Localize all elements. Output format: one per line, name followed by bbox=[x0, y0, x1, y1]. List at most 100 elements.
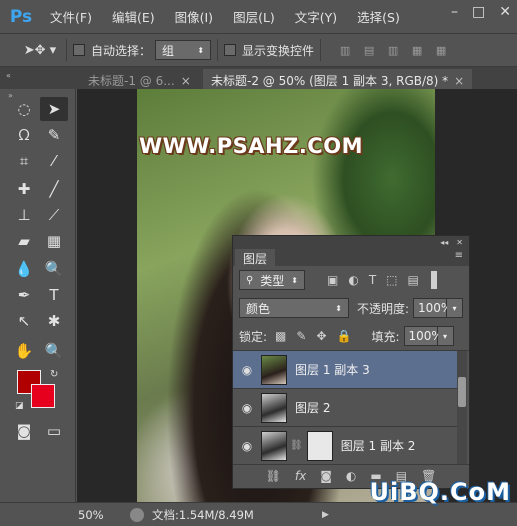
link-icon[interactable]: ⛓ bbox=[266, 469, 281, 483]
crop-tool-icon[interactable]: ⌗ bbox=[10, 149, 38, 173]
move-tool-icon[interactable]: ➤ bbox=[40, 97, 68, 121]
lock-transparency-icon[interactable]: ▩ bbox=[275, 329, 286, 343]
close-window-button[interactable]: ✕ bbox=[499, 4, 511, 20]
filter-smart-object-icon[interactable]: ▤ bbox=[408, 273, 419, 287]
opacity-field[interactable]: 100% bbox=[413, 298, 452, 318]
menu-file[interactable]: 文件(F) bbox=[50, 7, 92, 26]
opacity-dropdown-arrow-icon[interactable]: ▾ bbox=[447, 298, 463, 318]
background-color-swatch[interactable] bbox=[31, 384, 55, 408]
tools-panel: » ◌ ➤ ᘯ ✎ ⌗ ⁄ ✚ ╱ ⊥ ⟋ ▰ ▦ 💧 🔍 ✒ T ↖ ✱ ✋ … bbox=[0, 89, 76, 502]
filter-kind-dropdown[interactable]: ⚲ 类型 ⬍ bbox=[239, 270, 305, 290]
layer-row[interactable]: ◉ ⛓ 图层 1 副本 2 bbox=[233, 427, 457, 464]
mask-icon[interactable]: ◙ bbox=[320, 469, 332, 483]
fx-icon[interactable]: fx bbox=[295, 469, 306, 483]
default-colors-icon[interactable]: ◪ bbox=[15, 401, 24, 411]
maximize-button[interactable]: □ bbox=[472, 4, 485, 20]
brush-tool-icon[interactable]: ╱ bbox=[40, 177, 68, 201]
updown-icon: ⬍ bbox=[335, 303, 342, 313]
show-transform-label: 显示变换控件 bbox=[242, 43, 315, 58]
align-bottom-icon[interactable]: ▥ bbox=[385, 42, 401, 58]
menu-edit[interactable]: 编辑(E) bbox=[112, 7, 155, 26]
hand-tool-icon[interactable]: ✋ bbox=[10, 339, 38, 363]
fill-label: 填充: bbox=[371, 329, 400, 344]
tab-label: 未标题-2 @ 50% (图层 1 副本 3, RGB/8) * bbox=[211, 74, 449, 88]
scroll-right-arrow-icon[interactable]: ▶ bbox=[322, 510, 329, 520]
minimize-button[interactable]: – bbox=[451, 4, 458, 20]
fill-field[interactable]: 100% bbox=[403, 326, 443, 346]
lock-all-icon[interactable]: 🔒 bbox=[337, 329, 352, 343]
filter-adjustment-icon[interactable]: ◐ bbox=[348, 273, 358, 287]
layer-row[interactable]: ◉ 图层 2 bbox=[233, 389, 457, 427]
panel-menu-icon[interactable]: ≡ bbox=[455, 250, 463, 261]
tab-close-button[interactable]: × bbox=[454, 74, 464, 88]
dodge-tool-icon[interactable]: 🔍 bbox=[40, 257, 68, 281]
zoom-tool-icon[interactable]: 🔍 bbox=[40, 339, 68, 363]
screen-mode-icon[interactable]: ▭ bbox=[40, 419, 68, 443]
scrollbar-thumb[interactable] bbox=[458, 377, 466, 407]
layer-row[interactable]: ◉ 图层 1 副本 3 bbox=[233, 351, 457, 389]
tab-untitled-2[interactable]: 未标题-2 @ 50% (图层 1 副本 3, RGB/8) * × bbox=[203, 69, 473, 89]
lock-position-icon[interactable]: ✥ bbox=[316, 329, 326, 343]
show-transform-checkbox[interactable] bbox=[224, 44, 237, 56]
custom-shape-tool-icon[interactable]: ✱ bbox=[40, 309, 68, 333]
align-left-icon[interactable]: ▦ bbox=[409, 42, 425, 58]
swap-colors-icon[interactable]: ↻ bbox=[50, 369, 58, 380]
marquee-tool-icon[interactable]: ◌ bbox=[10, 97, 38, 121]
layers-tab-bar: 图层 ≡ bbox=[233, 248, 469, 266]
align-top-icon[interactable]: ▥ bbox=[337, 42, 353, 58]
eye-icon[interactable]: ◉ bbox=[233, 363, 261, 377]
eye-icon[interactable]: ◉ bbox=[233, 439, 261, 453]
eye-icon[interactable]: ◉ bbox=[233, 401, 261, 415]
tab-layers[interactable]: 图层 bbox=[235, 249, 276, 266]
eraser-tool-icon[interactable]: ▰ bbox=[10, 229, 38, 253]
layer-filter-row: ⚲ 类型 ⬍ ▣ ◐ T ⬚ ▤ bbox=[233, 266, 469, 294]
layer-name[interactable]: 图层 1 副本 3 bbox=[295, 361, 370, 378]
collapse-icon[interactable]: « bbox=[6, 71, 11, 80]
layer-name[interactable]: 图层 1 副本 2 bbox=[341, 437, 416, 454]
link-chain-icon[interactable]: ⛓ bbox=[290, 440, 303, 451]
eyedropper-tool-icon[interactable]: ⁄ bbox=[40, 149, 68, 173]
blend-mode-value: 颜色 bbox=[246, 301, 271, 316]
align-vcenter-icon[interactable]: ▤ bbox=[361, 42, 377, 58]
zoom-level[interactable]: 50% bbox=[78, 508, 118, 522]
filter-toggle[interactable] bbox=[430, 271, 437, 289]
clone-stamp-tool-icon[interactable]: ⊥ bbox=[10, 203, 38, 227]
panel-collapse-icon[interactable]: ◂◂ bbox=[440, 238, 448, 247]
auto-select-label: 自动选择： bbox=[91, 43, 152, 58]
history-brush-tool-icon[interactable]: ⟋ bbox=[40, 203, 68, 227]
menu-layer[interactable]: 图层(L) bbox=[233, 7, 275, 26]
tab-close-button[interactable]: × bbox=[181, 74, 191, 88]
fill-dropdown-arrow-icon[interactable]: ▾ bbox=[437, 326, 454, 346]
auto-select-checkbox[interactable] bbox=[73, 44, 85, 56]
healing-brush-tool-icon[interactable]: ✚ bbox=[10, 177, 38, 201]
panel-close-icon[interactable]: ✕ bbox=[456, 238, 463, 247]
auto-select-dropdown[interactable]: 组 ⬍ bbox=[155, 40, 212, 60]
filter-pixel-icon[interactable]: ▣ bbox=[327, 273, 338, 287]
menu-image[interactable]: 图像(I) bbox=[175, 7, 213, 26]
filter-type-icon[interactable]: T bbox=[369, 273, 376, 287]
align-hcenter-icon[interactable]: ▦ bbox=[433, 42, 449, 58]
type-tool-icon[interactable]: T bbox=[40, 283, 68, 307]
divider bbox=[217, 39, 219, 61]
adjustment-icon[interactable]: ◐ bbox=[346, 469, 356, 483]
status-info-icon[interactable] bbox=[130, 507, 144, 522]
pen-tool-icon[interactable]: ✒ bbox=[10, 283, 38, 307]
move-tool-preset-icon[interactable]: ➤✥ ▾ bbox=[20, 43, 60, 58]
layer-mask-thumbnail[interactable] bbox=[306, 430, 333, 461]
blur-tool-icon[interactable]: 💧 bbox=[10, 257, 38, 281]
layers-scrollbar[interactable] bbox=[457, 351, 467, 464]
lasso-tool-icon[interactable]: ᘯ bbox=[10, 123, 38, 147]
search-icon: ⚲ bbox=[246, 274, 254, 286]
gradient-tool-icon[interactable]: ▦ bbox=[40, 229, 68, 253]
menu-select[interactable]: 选择(S) bbox=[357, 7, 400, 26]
blend-mode-dropdown[interactable]: 颜色 ⬍ bbox=[239, 298, 349, 318]
quick-mask-icon[interactable]: ◙ bbox=[10, 419, 38, 443]
filter-kind-value: 类型 bbox=[260, 273, 285, 288]
quick-select-tool-icon[interactable]: ✎ bbox=[40, 123, 68, 147]
tab-untitled-1[interactable]: 未标题-1 @ 6... × bbox=[80, 69, 199, 89]
filter-shape-icon[interactable]: ⬚ bbox=[386, 273, 397, 287]
menu-type[interactable]: 文字(Y) bbox=[295, 7, 337, 26]
layer-name[interactable]: 图层 2 bbox=[295, 399, 330, 416]
path-select-tool-icon[interactable]: ↖ bbox=[10, 309, 38, 333]
lock-pixels-icon[interactable]: ✎ bbox=[296, 329, 306, 343]
